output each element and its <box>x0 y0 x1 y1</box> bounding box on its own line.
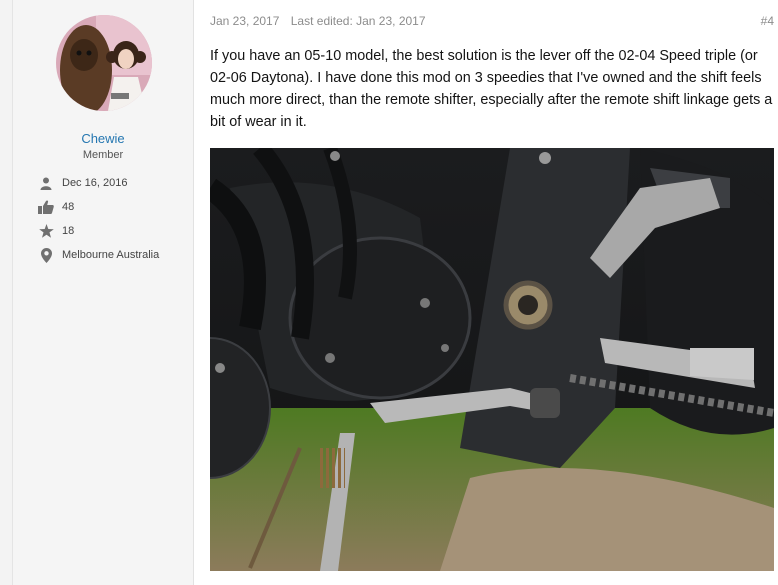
user-avatar[interactable] <box>56 15 152 111</box>
motorcycle-shift-lever-photo <box>210 148 774 571</box>
post-meta: Jan 23, 2017 Last edited: Jan 23, 2017 <box>210 14 426 28</box>
stat-points: 18 <box>38 222 74 240</box>
user-title: Member <box>82 149 124 161</box>
stat-location: Melbourne Australia <box>38 246 159 264</box>
left-edge-strip <box>0 0 13 585</box>
thumbs-up-icon <box>38 199 54 215</box>
avatar-image <box>56 15 152 111</box>
stat-joined: Dec 16, 2016 <box>38 174 127 192</box>
post-image[interactable] <box>210 148 774 571</box>
star-icon <box>38 223 54 239</box>
location-pin-icon <box>38 247 54 263</box>
stat-location-value[interactable]: Melbourne Australia <box>62 249 159 261</box>
post-date[interactable]: Jan 23, 2017 <box>210 14 279 28</box>
stat-points-value: 18 <box>62 225 75 237</box>
user-icon <box>38 175 54 191</box>
post-body: If you have an 05-10 model, the best sol… <box>210 48 773 130</box>
stat-likes: 48 <box>38 198 74 216</box>
stat-joined-value: Dec 16, 2016 <box>62 177 128 189</box>
stat-likes-value: 48 <box>62 201 75 213</box>
username-link[interactable]: Chewie <box>13 131 193 146</box>
post-edited: Last edited: Jan 23, 2017 <box>290 14 426 28</box>
post-number[interactable]: #4 <box>761 14 774 28</box>
